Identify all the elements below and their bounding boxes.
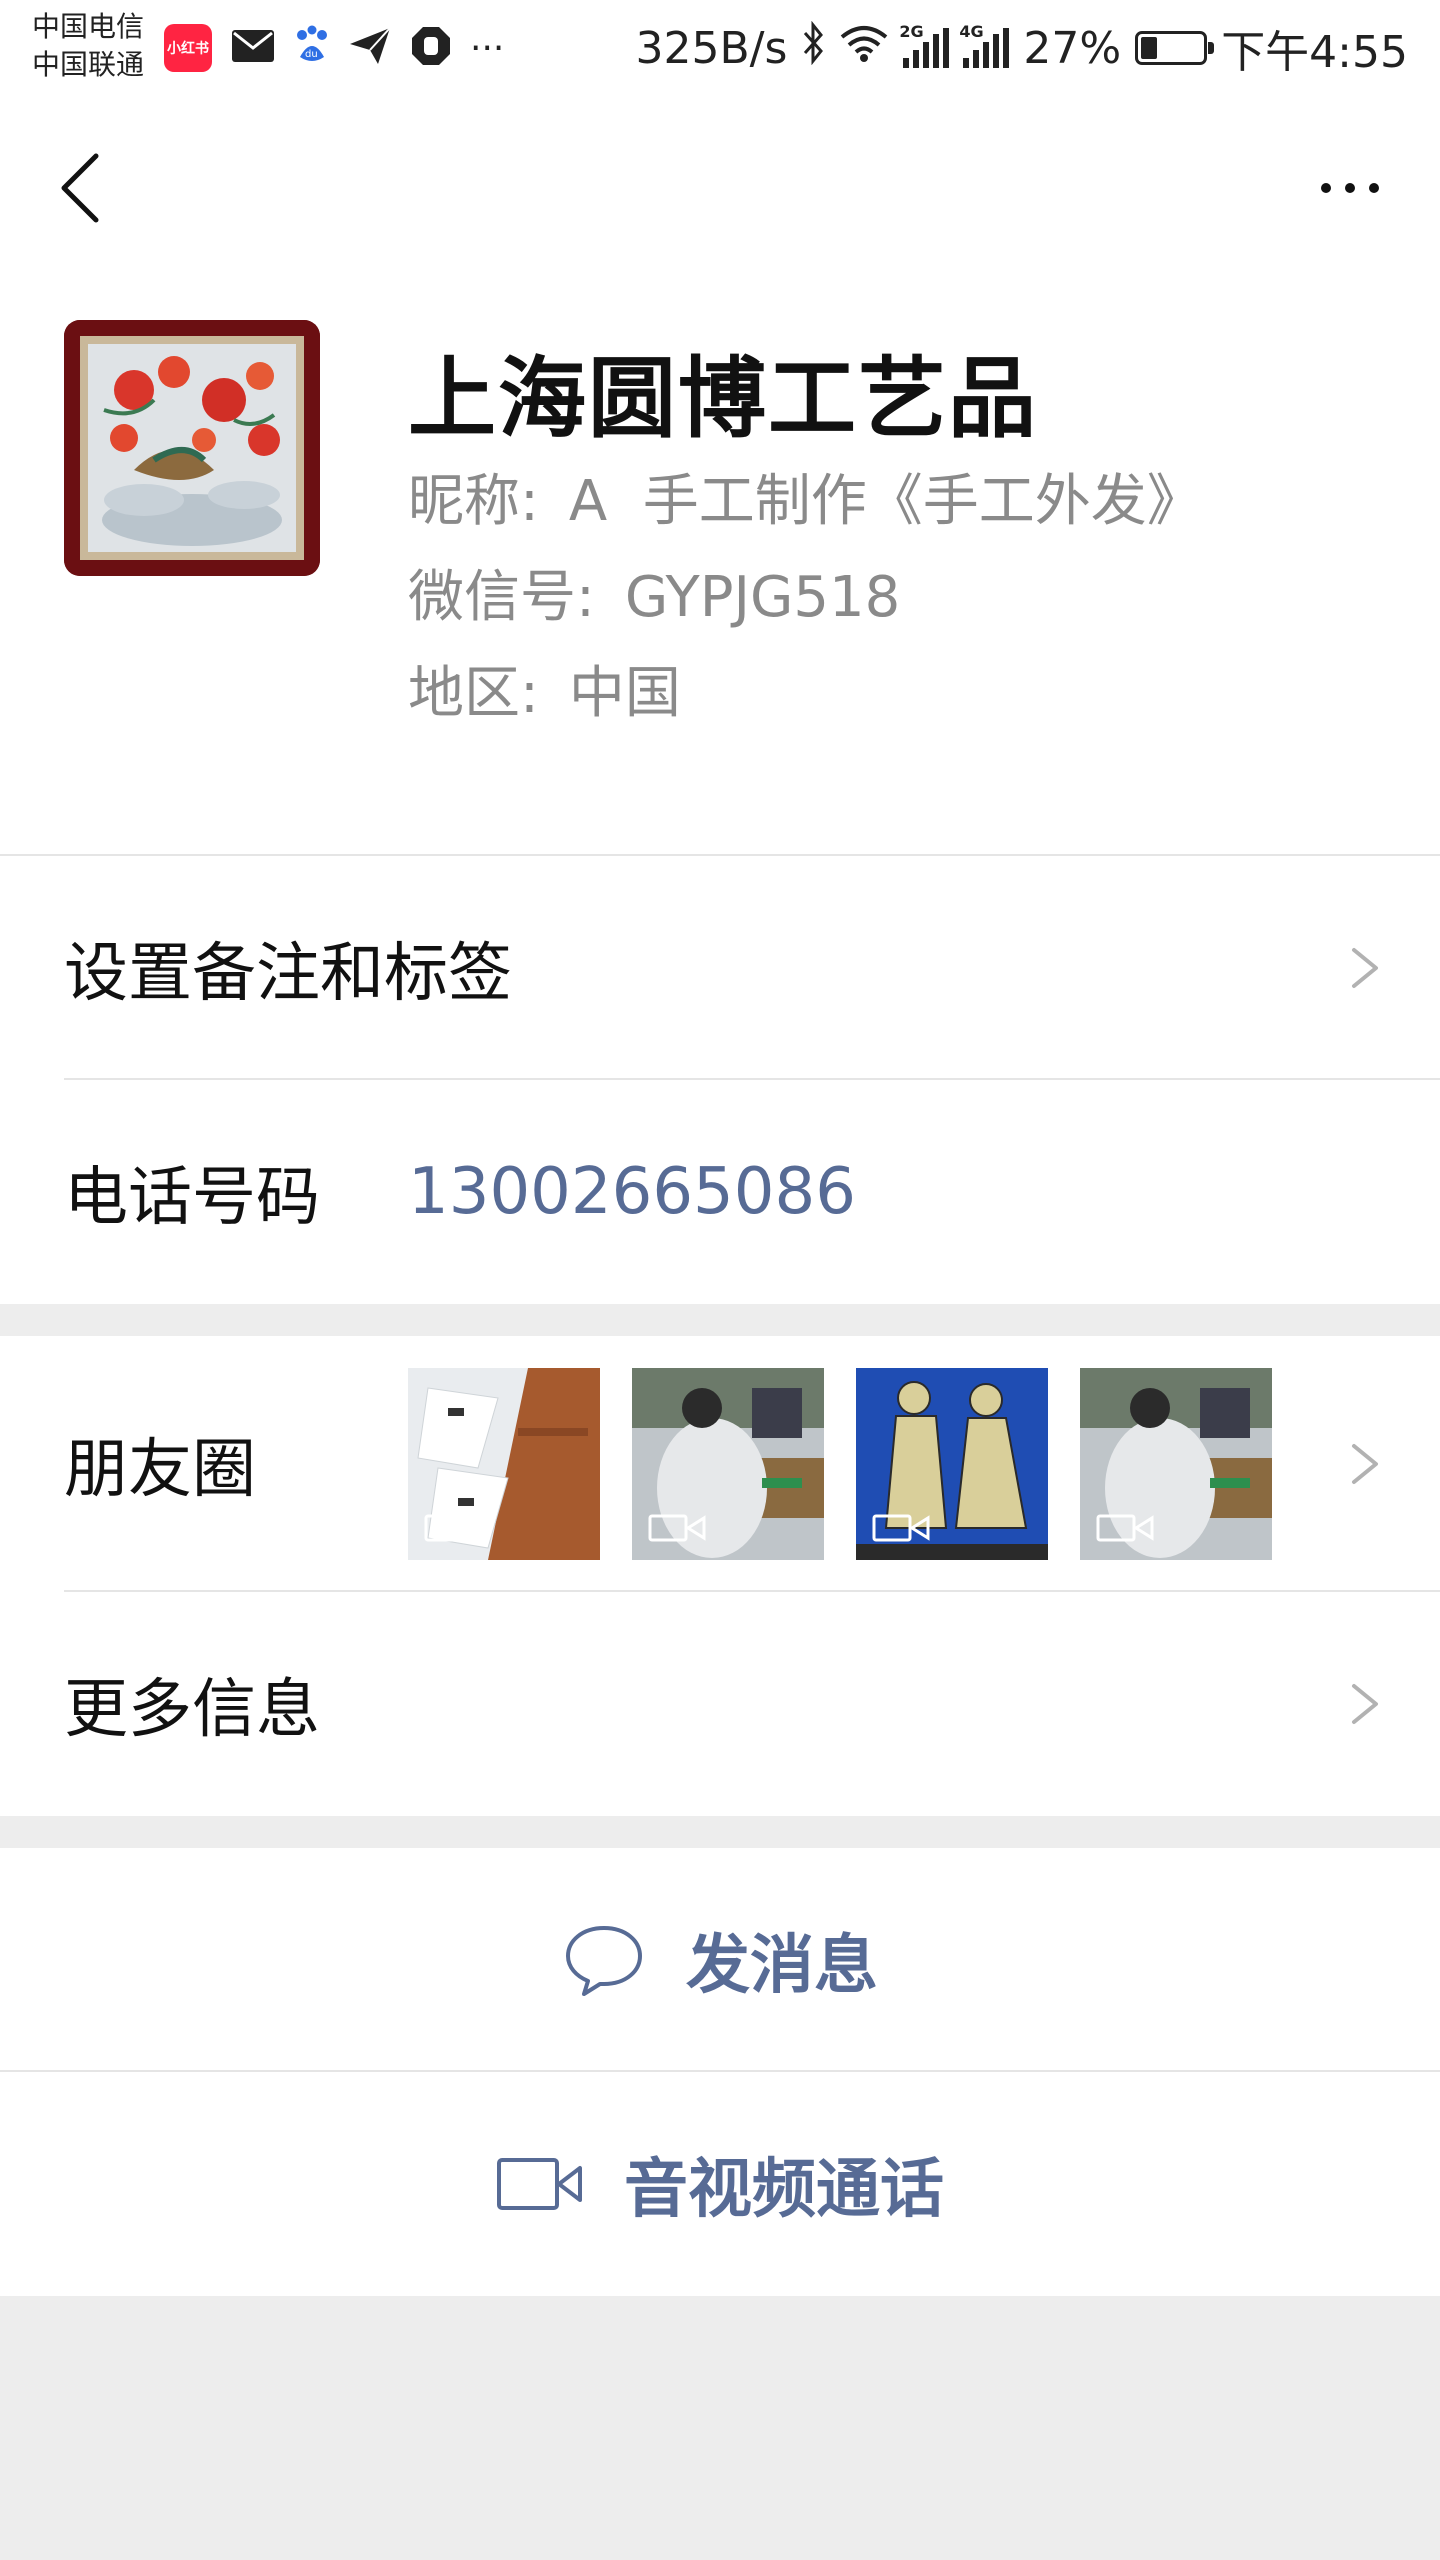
status-bar: 中国电信 中国联通 小红书 du ··· 325B/s 2G 4G 27% 下午…: [0, 0, 1440, 96]
video-call-icon: [497, 2158, 582, 2210]
more-info-cell[interactable]: 更多信息: [0, 1592, 1440, 1816]
wechat-id-value: GYPJG518: [624, 565, 901, 630]
profile-header: 上海圆博工艺品 昵称: A 手工制作《手工外发》 微信号: GYPJG518 地区:…: [0, 288, 1440, 856]
xiaohongshu-app-icon: 小红书: [164, 24, 212, 72]
phone-label: 电话号码: [64, 1161, 320, 1235]
remarks-tags-cell[interactable]: 设置备注和标签: [0, 856, 1440, 1080]
battery-percent: 27%: [1023, 22, 1122, 74]
moment-thumbnail[interactable]: [856, 1368, 1048, 1560]
contact-settings-group: 设置备注和标签 电话号码 13002665086: [0, 856, 1440, 1304]
region-value: 中国: [568, 661, 681, 726]
video-camera-icon: [872, 1514, 930, 1542]
chevron-right-icon: [1352, 1444, 1378, 1484]
wechat-id-label: 微信号:: [408, 565, 595, 630]
contact-profile-page: 中国电信 中国联通 小红书 du ··· 325B/s 2G 4G 27% 下午…: [0, 0, 1440, 2560]
more-info-label: 更多信息: [64, 1673, 320, 1747]
remarks-tags-label: 设置备注和标签: [64, 937, 512, 1011]
chevron-right-icon: [1352, 1684, 1378, 1724]
carrier-names: 中国电信 中国联通: [32, 8, 144, 84]
moment-thumbnail[interactable]: [632, 1368, 824, 1560]
net-speed: 325B/s: [635, 22, 788, 74]
video-camera-icon: [424, 1514, 482, 1542]
nickname-value: A 手工制作《手工外发》: [568, 469, 1203, 534]
moment-thumbnail[interactable]: [408, 1368, 600, 1560]
send-message-button[interactable]: 发消息: [0, 1848, 1440, 2072]
phone-cell: 电话号码 13002665086: [0, 1080, 1440, 1304]
more-options-button[interactable]: [1300, 148, 1400, 228]
bluetooth-icon: [801, 20, 825, 76]
mail-icon: [230, 28, 276, 68]
chevron-right-icon: [1352, 948, 1378, 988]
baidu-icon: du: [294, 25, 330, 71]
moment-thumbnail[interactable]: [1080, 1368, 1272, 1560]
nickname-label: 昵称:: [408, 469, 539, 534]
wifi-icon: [839, 23, 889, 74]
moments-group: 朋友圈 更多信息: [0, 1336, 1440, 1816]
notification-icons: 小红书 du ···: [164, 22, 504, 74]
nav-bar: [0, 96, 1440, 288]
av-call-label: 音视频通话: [624, 2153, 944, 2227]
moments-label: 朋友圈: [64, 1433, 256, 1507]
video-camera-icon: [1096, 1514, 1154, 1542]
svg-text:du: du: [305, 49, 318, 60]
chat-bubble-icon: [566, 1926, 642, 1996]
avatar[interactable]: [64, 320, 320, 576]
send-icon: [348, 26, 392, 70]
actions-group: 发消息 音视频通话: [0, 1848, 1440, 2296]
back-button[interactable]: [40, 148, 120, 228]
carrier-2: 中国联通: [32, 48, 145, 81]
moments-thumbnails: [408, 1368, 1272, 1560]
video-camera-icon: [648, 1514, 706, 1542]
nickname-line: 昵称: A 手工制作《手工外发》: [408, 456, 1203, 537]
clock-time: 下午4:55: [1221, 27, 1408, 78]
wechat-id-line: 微信号: GYPJG518: [408, 552, 900, 633]
status-right: 325B/s 2G 4G 27% 下午4:55: [635, 16, 1408, 80]
region-line: 地区: 中国: [408, 648, 681, 729]
signal-4g-icon: 4G: [959, 22, 1010, 68]
more-horizontal-icon: [1321, 183, 1331, 193]
moments-cell[interactable]: 朋友圈: [0, 1336, 1440, 1592]
hand-stop-icon: [410, 25, 452, 71]
signal-2g-icon: 2G: [899, 22, 950, 68]
phone-number-link[interactable]: 13002665086: [408, 1080, 856, 1304]
av-call-button[interactable]: 音视频通话: [0, 2072, 1440, 2296]
chevron-left-icon: [61, 153, 99, 223]
contact-name: 上海圆博工艺品: [408, 347, 1039, 450]
send-message-label: 发消息: [686, 1929, 878, 2003]
more-notifications-dots: ···: [470, 27, 505, 69]
carrier-1: 中国电信: [32, 10, 145, 43]
region-label: 地区:: [408, 661, 539, 726]
battery-icon: [1135, 31, 1215, 65]
